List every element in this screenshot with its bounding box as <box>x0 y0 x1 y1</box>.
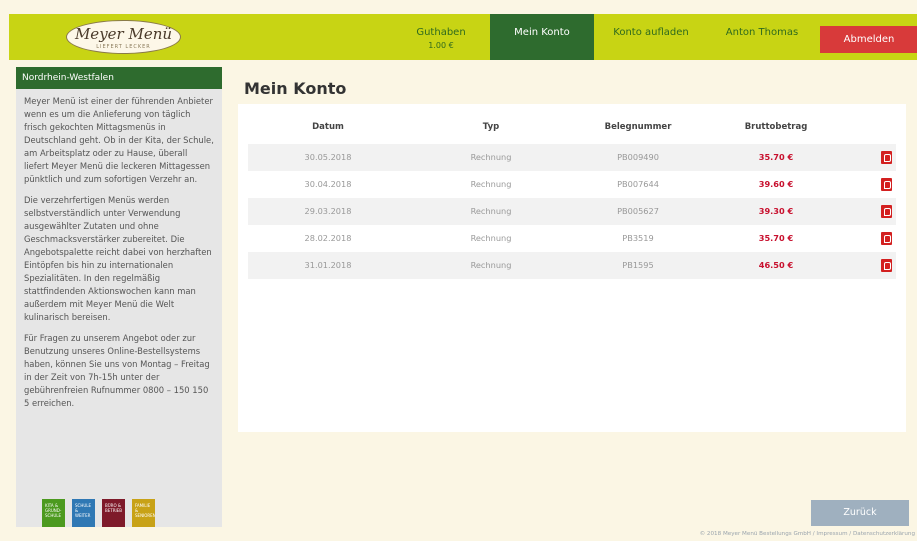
cell-typ: Rechnung <box>470 233 512 243</box>
pdf-icon[interactable] <box>881 178 892 191</box>
guthaben-amount: 1.00 € <box>428 41 454 50</box>
cell-datum: 29.03.2018 <box>304 206 352 216</box>
cell-datum: 31.01.2018 <box>304 260 352 270</box>
page-title: Mein Konto <box>244 79 347 98</box>
logo-name: Meyer Menü <box>74 25 173 43</box>
cell-bruttobetrag: 46.50 € <box>758 260 794 270</box>
cell-bruttobetrag: 39.60 € <box>758 179 794 189</box>
top-strip <box>0 0 917 14</box>
sidebar: Nordrhein-Westfalen Meyer Menü ist einer… <box>16 67 222 527</box>
guthaben-label: Guthaben <box>416 27 466 38</box>
pdf-icon[interactable] <box>881 232 892 245</box>
column-header-belegnummer: Belegnummer <box>604 122 672 132</box>
column-header-bruttobetrag: Bruttobetrag <box>744 122 808 132</box>
tile-buero-betrieb[interactable]: BÜRO & BETRIEB <box>102 499 125 527</box>
column-header-datum: Datum <box>312 122 344 132</box>
cell-typ: Rechnung <box>470 152 512 162</box>
nav-guthaben[interactable]: Guthaben 1.00 € <box>393 14 489 60</box>
cell-belegnummer: PB1595 <box>622 260 654 270</box>
sidebar-text: Meyer Menü ist einer der führenden Anbie… <box>16 89 222 410</box>
cell-belegnummer: PB007644 <box>617 179 659 189</box>
table-row: 31.01.2018 Rechnung PB1595 46.50 € <box>248 252 896 279</box>
logo-tagline: LIEFERT LECKER <box>96 44 151 50</box>
cell-datum: 30.05.2018 <box>304 152 352 162</box>
sidebar-paragraph: Für Fragen zu unserem Angebot oder zur B… <box>24 333 210 408</box>
sidebar-paragraph: Meyer Menü ist einer der führenden Anbie… <box>24 96 214 184</box>
table-row: 30.05.2018 Rechnung PB009490 35.70 € <box>248 144 896 171</box>
tile-familie-senioren[interactable]: FAMILIE & SENIOREN <box>132 499 155 527</box>
logout-button[interactable]: Abmelden <box>820 26 917 53</box>
column-header-typ: Typ <box>482 122 500 132</box>
header-bar: Meyer Menü LIEFERT LECKER Guthaben 1.00 … <box>9 14 917 60</box>
cell-belegnummer: PB005627 <box>617 206 659 216</box>
nav-konto-aufladen[interactable]: Konto aufladen <box>599 14 703 60</box>
table-row: 30.04.2018 Rechnung PB007644 39.60 € <box>248 171 896 198</box>
cell-datum: 30.04.2018 <box>304 179 352 189</box>
cell-typ: Rechnung <box>470 260 512 270</box>
pdf-icon[interactable] <box>881 151 892 164</box>
nav-user-name[interactable]: Anton Thomas <box>712 14 812 60</box>
cell-belegnummer: PB3519 <box>622 233 654 243</box>
footer: © 2018 Meyer Menü Bestellungs GmbH / Imp… <box>699 531 915 537</box>
cell-typ: Rechnung <box>470 179 512 189</box>
nav-mein-konto[interactable]: Mein Konto <box>490 14 594 60</box>
back-button[interactable]: Zurück <box>811 500 909 526</box>
sidebar-paragraph: Die verzehrfertigen Menüs werden selbstv… <box>24 195 212 322</box>
sidebar-title: Nordrhein-Westfalen <box>16 67 222 89</box>
tile-schule[interactable]: SCHULE & WEITER <box>72 499 95 527</box>
meyer-menu-logo[interactable]: Meyer Menü LIEFERT LECKER <box>66 20 181 54</box>
pdf-icon[interactable] <box>881 259 892 272</box>
table-row: 29.03.2018 Rechnung PB005627 39.30 € <box>248 198 896 225</box>
cell-datum: 28.02.2018 <box>304 233 352 243</box>
table-header: Datum Typ Belegnummer Bruttobetrag <box>248 122 896 138</box>
cell-bruttobetrag: 35.70 € <box>758 152 794 162</box>
cell-typ: Rechnung <box>470 206 512 216</box>
invoice-panel: Datum Typ Belegnummer Bruttobetrag 30.05… <box>238 104 906 432</box>
table-row: 28.02.2018 Rechnung PB3519 35.70 € <box>248 225 896 252</box>
cell-belegnummer: PB009490 <box>617 152 659 162</box>
cell-bruttobetrag: 39.30 € <box>758 206 794 216</box>
cell-bruttobetrag: 35.70 € <box>758 233 794 243</box>
tile-kita-grundschule[interactable]: KITA & GRUND-SCHULE <box>42 499 65 527</box>
pdf-icon[interactable] <box>881 205 892 218</box>
